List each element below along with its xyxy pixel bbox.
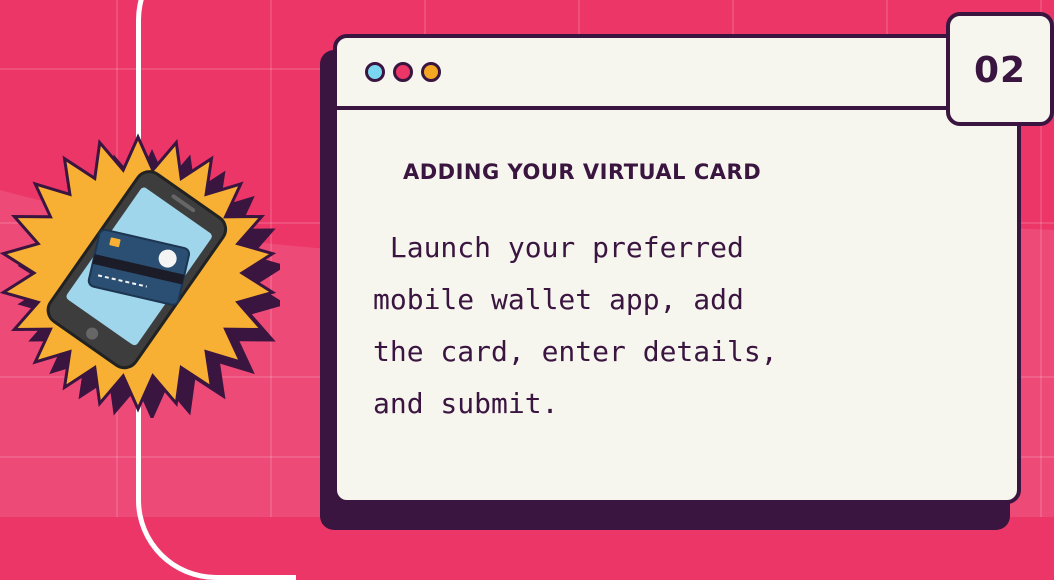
step-number: 02 <box>973 50 1027 91</box>
window-dot-orange <box>421 62 441 82</box>
starburst-badge <box>0 133 280 418</box>
window-dot-pink <box>393 62 413 82</box>
step-number-badge: 02 <box>946 12 1054 126</box>
card-body: Launch your preferred mobile wallet app,… <box>373 231 778 420</box>
step-card-window: ADDING YOUR VIRTUAL CARD Launch your pre… <box>333 34 1021 504</box>
window-titlebar <box>337 38 1017 110</box>
card-title: ADDING YOUR VIRTUAL CARD <box>403 160 762 184</box>
window-dot-blue <box>365 62 385 82</box>
